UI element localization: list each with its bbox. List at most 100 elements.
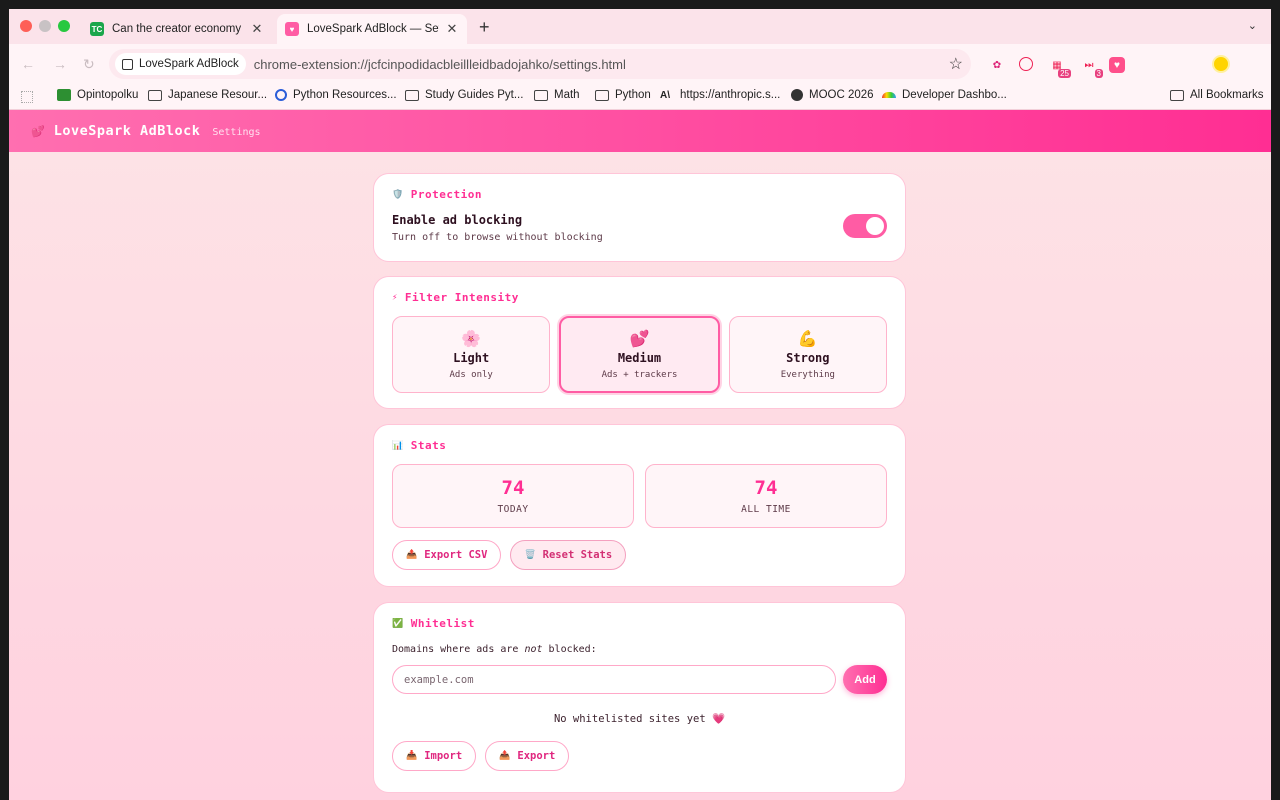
filter-desc: Everything (780, 370, 835, 380)
toggle-subtitle: Turn off to browse without blocking (392, 232, 603, 243)
desc-text: blocked: (542, 644, 597, 655)
filter-name: Light (453, 351, 490, 365)
puzzle-icon (122, 58, 133, 70)
brand-title: LoveSpark AdBlock (53, 123, 201, 139)
folder-icon (595, 89, 609, 101)
stat-value: 74 (501, 477, 525, 499)
bookmark-anthropic[interactable]: A\ https://anthropic.s... (660, 89, 780, 101)
extension-chip[interactable]: LoveSpark AdBlock (115, 53, 246, 75)
new-tab-button[interactable]: + (479, 17, 490, 38)
filter-name: Medium (617, 351, 662, 365)
minimize-window-button[interactable] (39, 20, 51, 32)
filter-option-strong[interactable]: 💪 Strong Everything (728, 316, 887, 393)
import-button[interactable]: 📥 Import (392, 741, 477, 771)
page-subtitle: Settings (212, 127, 261, 138)
add-domain-button[interactable]: Add (843, 665, 887, 694)
reload-icon[interactable]: ↻ (83, 56, 95, 73)
bookmark-label: Python (615, 89, 651, 101)
export-csv-button[interactable]: 📤 Export CSV (392, 540, 502, 570)
page-header: 💕 LoveSpark AdBlock Settings (9, 110, 1271, 152)
chevron-down-icon[interactable]: ⌄ (1248, 19, 1257, 32)
stats-card: 📊 Stats 74 TODAY 74 ALL TIME 📤 Export CSV … (373, 424, 906, 587)
section-title-text: Protection (410, 188, 482, 201)
inbox-icon: 📥 (406, 751, 418, 761)
bookmark-label: All Bookmarks (1190, 89, 1264, 101)
bookmark-label: https://anthropic.s... (680, 89, 781, 101)
forward-icon[interactable]: → (53, 56, 67, 72)
heart-icon: 💗 (711, 713, 726, 725)
filter-option-medium[interactable]: 💕 Medium Ads + trackers (559, 316, 720, 393)
profile-avatar[interactable] (1212, 55, 1230, 73)
browser-toolbar: ← → ↻ LoveSpark AdBlock chrome-extension… (9, 44, 1271, 84)
whitelist-actions: 📥 Import 📤 Export (392, 741, 887, 771)
empty-text: No whitelisted sites yet (553, 713, 706, 725)
hearts-icon: 💕 (31, 125, 45, 138)
stat-label: ALL TIME (741, 504, 791, 515)
reset-stats-button[interactable]: 🗑️ Reset Stats (510, 540, 627, 570)
bookmark-label: Developer Dashbo... (902, 89, 1007, 101)
bookmark-opintopolku[interactable]: Opintopolku (57, 89, 138, 101)
address-bar[interactable]: LoveSpark AdBlock chrome-extension://jcf… (109, 49, 971, 79)
bookmark-star-icon[interactable]: ☆ (949, 54, 963, 74)
bookmark-study-guides[interactable]: Study Guides Pyt... (405, 89, 523, 101)
bookmark-python-resources[interactable]: Python Resources... (275, 89, 397, 101)
stat-label: TODAY (497, 504, 529, 515)
lightning-icon: ⚡ (392, 292, 398, 303)
button-label: Export (517, 750, 556, 762)
stat-value: 74 (754, 477, 778, 499)
folder-icon (405, 89, 419, 101)
filter-desc: Ads + trackers (601, 370, 678, 380)
anthropic-icon: A\ (660, 89, 670, 101)
techcrunch-icon: TC (90, 22, 104, 36)
bookmark-math[interactable]: Math (534, 89, 580, 101)
flexed-bicep-icon: 💪 (797, 329, 818, 348)
bookmark-python[interactable]: Python (595, 89, 651, 101)
filter-option-light[interactable]: 🌸 Light Ads only (392, 316, 551, 393)
bookmark-developer-dashboard[interactable]: Developer Dashbo... (882, 89, 1007, 101)
ad-blocking-toggle[interactable] (843, 214, 887, 238)
shield-icon: 🛡️ (392, 189, 404, 200)
bookmark-japanese-resources[interactable]: Japanese Resour... (148, 89, 267, 101)
section-title-text: Filter Intensity (404, 291, 519, 304)
browser-window: TC Can the creator economy stay ✕ ♥ Love… (9, 9, 1271, 800)
bookmark-label: Japanese Resour... (168, 89, 268, 101)
export-button[interactable]: 📤 Export (485, 741, 570, 771)
close-tab-icon[interactable]: ✕ (250, 21, 264, 37)
lovespark-extension-icon[interactable]: ♥ (1109, 57, 1125, 73)
filter-options: 🌸 Light Ads only 💕 Medium Ads + trackers… (392, 316, 887, 393)
toggle-knob (866, 217, 884, 235)
whitelist-domain-input[interactable] (392, 665, 836, 694)
close-tab-icon[interactable]: ✕ (445, 21, 459, 37)
url-text[interactable]: chrome-extension://jcfcinpodidacbleillle… (254, 57, 626, 72)
zoom-window-button[interactable] (58, 20, 70, 32)
bar-chart-icon: 📊 (392, 440, 404, 451)
tab-strip: TC Can the creator economy stay ✕ ♥ Love… (9, 9, 1271, 44)
apps-grid-icon[interactable] (21, 91, 33, 103)
stats-boxes: 74 TODAY 74 ALL TIME (392, 464, 887, 528)
close-window-button[interactable] (20, 20, 32, 32)
all-bookmarks[interactable]: All Bookmarks (1170, 89, 1264, 101)
calendar-extension-icon[interactable]: ▦ 25 (1049, 57, 1071, 78)
two-hearts-icon: 💕 (629, 329, 650, 348)
toggle-row: Enable ad blocking Turn off to browse wi… (392, 213, 887, 243)
tab-title: LoveSpark AdBlock — Settings (307, 23, 439, 35)
settings-page: 💕 LoveSpark AdBlock Settings 🛡️ Protectio… (9, 110, 1271, 800)
bookmark-mooc[interactable]: MOOC 2026 (791, 89, 874, 101)
media-extension-icon[interactable]: ⏭ 3 (1081, 57, 1103, 78)
whitelist-card: ✅ Whitelist Domains where ads are not blo… (373, 602, 906, 793)
back-icon[interactable]: ← (21, 56, 35, 72)
protection-card: 🛡️ Protection Enable ad blocking Turn off… (373, 173, 906, 262)
toggle-title: Enable ad blocking (392, 213, 523, 227)
tab-lovespark-settings[interactable]: ♥ LoveSpark AdBlock — Settings ✕ (277, 14, 467, 44)
brain-extension-icon[interactable]: ✿ (989, 57, 1005, 73)
timer-extension-icon[interactable] (1019, 57, 1033, 71)
section-title: 📊 Stats (392, 439, 887, 452)
button-label: Reset Stats (542, 549, 613, 561)
desc-text: Domains where ads are (392, 644, 525, 655)
heart-shield-icon: ♥ (285, 22, 299, 36)
c-logo-icon (275, 89, 287, 101)
folder-icon (1170, 89, 1184, 101)
check-mark-icon: ✅ (392, 618, 404, 629)
button-label: Import (424, 750, 463, 762)
tab-techcrunch[interactable]: TC Can the creator economy stay ✕ (82, 14, 272, 44)
